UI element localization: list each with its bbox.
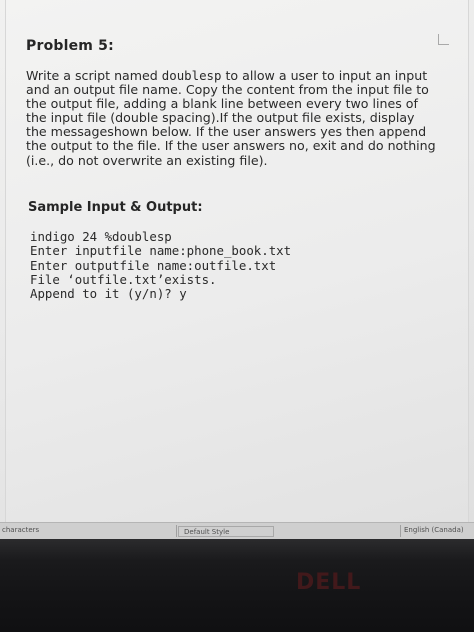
sample-line: Append to it (y/n)? y (30, 286, 187, 302)
page-corner-marker (438, 34, 449, 45)
sample-line: Enter inputfile name:phone_book.txt (30, 243, 292, 259)
sample-line: Enter outputfile name:outfile.txt (30, 257, 277, 273)
description-text-start: Write a script named (26, 68, 162, 83)
document-page[interactable]: Problem 5: Write a script named doublesp… (6, 0, 468, 522)
status-bar: characters Default Style English (Canada… (0, 522, 474, 540)
sample-heading: Sample Input & Output: (28, 200, 203, 215)
sample-line: indigo 24 %doublesp (30, 229, 172, 244)
sample-io-block: indigo 24 %doublesp Enter inputfile name… (30, 229, 292, 302)
problem-description: Write a script named doublesp to allow a… (26, 68, 438, 168)
laptop-screen: Problem 5: Write a script named doublesp… (0, 0, 474, 632)
status-page-style[interactable]: Default Style (178, 526, 274, 537)
status-character-count[interactable]: characters (2, 525, 39, 536)
laptop-bezel: DELL (0, 539, 474, 632)
script-name-code: doublesp (161, 68, 222, 83)
problem-title: Problem 5: (26, 38, 114, 54)
status-divider (400, 525, 401, 537)
brand-logo: DELL (296, 570, 362, 595)
description-text-rest: to allow a user to input an input and an… (26, 68, 436, 168)
status-language[interactable]: English (Canada) (404, 525, 464, 536)
bezel-reflection (0, 539, 474, 561)
sample-line: File ‘outfile.txt’exists. (30, 271, 217, 287)
document-canvas: Problem 5: Write a script named doublesp… (0, 0, 474, 522)
status-divider (176, 525, 177, 537)
